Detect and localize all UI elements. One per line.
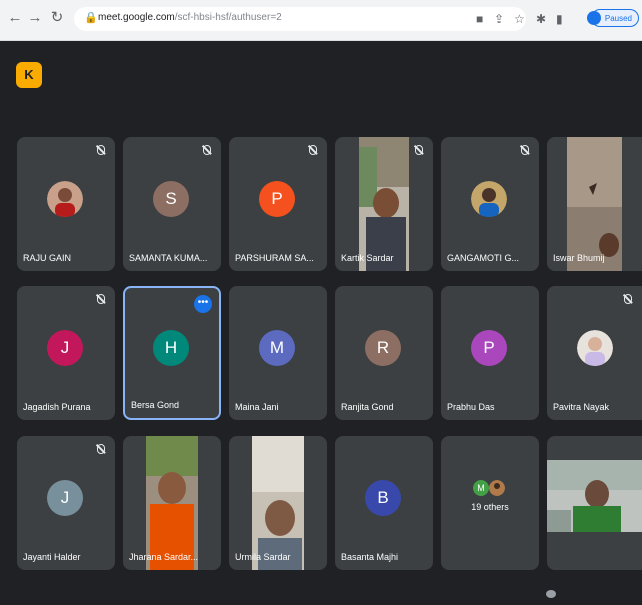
participant-avatar: J [47,480,83,516]
participant-name: Urmila Sardar [235,552,291,562]
participant-name: Bersa Gond [131,400,180,410]
url-host: meet.google.com [98,12,175,23]
mic-off-icon [97,145,105,155]
participant-name: Pavitra Nayak [553,402,610,412]
scroll-indicator[interactable] [546,590,556,598]
participant-avatar: P [259,181,295,217]
url-text[interactable]: meet.google.com/scf-hbsi-hsf/authuser=2 [98,12,282,23]
meet-stage: K RAJU GAIN S SAMANTA KUMA... P PARSHURA… [0,41,642,605]
participant-avatar: J [47,330,83,366]
participant-name: GANGAMOTI G... [447,253,520,263]
profile-status-label: Paused [604,14,632,23]
participant-name: RAJU GAIN [23,253,72,263]
participant-video-feed [359,137,409,271]
back-arrow-icon[interactable]: ← [6,9,24,27]
mic-off-icon [624,294,632,304]
participant-tile[interactable]: P PARSHURAM SA... [229,137,327,271]
puzzle-icon[interactable]: ✱ [536,11,546,27]
participant-avatar: P [471,330,507,366]
mic-off-icon [97,444,105,454]
participant-name: Jagadish Purana [23,402,91,412]
participant-tile[interactable]: P Prabhu Das [441,286,539,420]
participant-video-feed [146,436,198,570]
participant-avatar: B [365,480,401,516]
participant-tile-active[interactable]: H ••• Bersa Gond [123,286,221,420]
self-view-tile[interactable] [547,436,642,570]
participant-name: PARSHURAM SA... [235,253,314,263]
participant-tile[interactable]: S SAMANTA KUMA... [123,137,221,271]
mic-off-icon [97,294,105,304]
participant-video-feed [567,137,622,271]
participant-tile[interactable]: J Jayanti Halder [17,436,115,570]
participant-tile[interactable]: Jharana Sardar... [123,436,221,570]
address-bar[interactable]: 🔒 meet.google.com/scf-hbsi-hsf/authuser=… [74,7,526,31]
more-options-icon[interactable]: ••• [194,295,212,313]
participant-name: Iswar Bhumij [553,253,605,263]
participant-name: Jayanti Halder [23,552,81,562]
participant-tile[interactable]: RAJU GAIN [17,137,115,271]
participant-tile[interactable]: B Basanta Majhi [335,436,433,570]
participant-name: SAMANTA KUMA... [129,253,208,263]
profile-avatar [587,11,601,25]
participant-tile[interactable]: Pavitra Nayak [547,286,642,420]
mic-off-icon [521,145,529,155]
lock-icon[interactable]: 🔒 [84,11,98,24]
self-video-feed [547,460,642,532]
participant-name: Jharana Sardar... [129,552,199,562]
forward-arrow-icon[interactable]: → [26,9,44,27]
others-avatar-m: M [473,480,489,496]
cast-icon[interactable]: ■ [476,11,483,27]
participant-tile[interactable]: GANGAMOTI G... [441,137,539,271]
reload-icon[interactable]: ↻ [48,9,66,27]
participant-avatar: R [365,330,401,366]
meet-account-logo[interactable]: K [16,62,42,88]
participant-video-feed [252,436,304,570]
participant-tile[interactable]: Urmila Sardar [229,436,327,570]
mic-off-icon [415,145,423,155]
url-path: /scf-hbsi-hsf/authuser=2 [174,12,282,23]
participant-name: Prabhu Das [447,402,495,412]
participant-photo-avatar [577,330,613,366]
mic-off-icon [203,145,211,155]
others-count-label: 19 others [471,502,509,512]
browser-toolbar: ← → ↻ 🔒 meet.google.com/scf-hbsi-hsf/aut… [0,0,642,41]
side-panel-icon[interactable]: ▮ [556,11,563,27]
participant-name: Basanta Majhi [341,552,399,562]
participant-avatar: H [153,330,189,366]
others-photo-avatar [489,480,505,496]
participant-photo-avatar [47,181,83,217]
participant-name: Kartik Sardar [341,253,394,263]
participant-tile[interactable]: R Ranjita Gond [335,286,433,420]
participant-name: Maina Jani [235,402,279,412]
participant-tile[interactable]: M Maina Jani [229,286,327,420]
participant-name: Ranjita Gond [341,402,394,412]
share-icon[interactable]: ⇪ [494,11,504,27]
participant-avatar: S [153,181,189,217]
participant-avatar: M [259,330,295,366]
participant-photo-avatar [471,181,507,217]
participant-tile[interactable]: Kartik Sardar [335,137,433,271]
participant-tile[interactable]: Iswar Bhumij [547,137,642,271]
others-tile[interactable]: M 19 others [441,436,539,570]
participant-tile[interactable]: J Jagadish Purana [17,286,115,420]
mic-off-icon [309,145,317,155]
star-icon[interactable]: ☆ [514,11,525,27]
